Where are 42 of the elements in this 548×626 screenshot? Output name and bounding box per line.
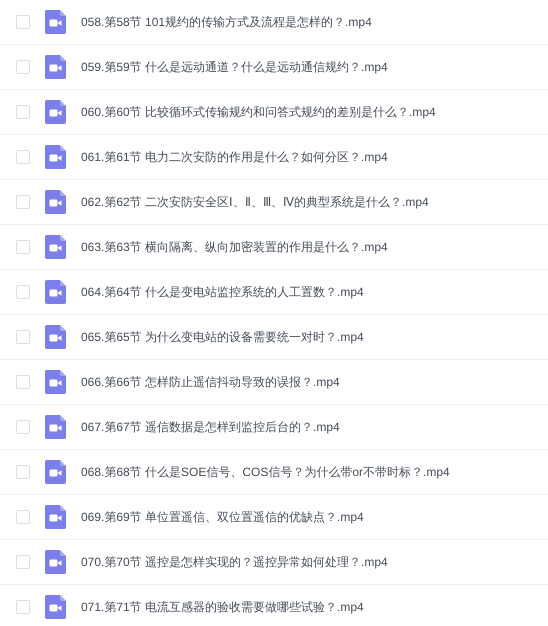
checkbox[interactable] (16, 555, 30, 569)
file-name[interactable]: 070.第70节 遥控是怎样实现的？遥控异常如何处理？.mp4 (81, 553, 388, 571)
video-file-icon (45, 190, 66, 214)
file-name[interactable]: 064.第64节 什么是变电站监控系统的人工置数？.mp4 (81, 283, 364, 301)
checkbox[interactable] (16, 330, 30, 344)
file-name[interactable]: 066.第66节 怎样防止遥信抖动导致的误报？.mp4 (81, 373, 340, 391)
video-file-icon (45, 280, 66, 304)
checkbox[interactable] (16, 600, 30, 614)
video-file-icon (45, 460, 66, 484)
file-name[interactable]: 069.第69节 单位置遥信、双位置遥信的优缺点？.mp4 (81, 508, 364, 526)
checkbox[interactable] (16, 510, 30, 524)
video-file-icon (45, 415, 66, 439)
checkbox[interactable] (16, 60, 30, 74)
file-name[interactable]: 063.第63节 横向隔离、纵向加密装置的作用是什么？.mp4 (81, 238, 388, 256)
checkbox[interactable] (16, 375, 30, 389)
video-file-icon (45, 370, 66, 394)
video-file-icon (45, 100, 66, 124)
file-name[interactable]: 065.第65节 为什么变电站的设备需要统一对时？.mp4 (81, 328, 364, 346)
checkbox[interactable] (16, 240, 30, 254)
file-name[interactable]: 062.第62节 二次安防安全区Ⅰ、Ⅱ、Ⅲ、Ⅳ的典型系统是什么？.mp4 (81, 193, 429, 211)
video-file-icon (45, 235, 66, 259)
video-file-icon (45, 505, 66, 529)
file-name[interactable]: 060.第60节 比较循环式传输规约和问答式规约的差别是什么？.mp4 (81, 103, 436, 121)
checkbox[interactable] (16, 285, 30, 299)
video-file-icon (45, 325, 66, 349)
file-name[interactable]: 058.第58节 101规约的传输方式及流程是怎样的？.mp4 (81, 13, 372, 31)
checkbox[interactable] (16, 465, 30, 479)
video-file-icon (45, 550, 66, 574)
video-file-icon (45, 55, 66, 79)
checkbox[interactable] (16, 15, 30, 29)
checkbox[interactable] (16, 150, 30, 164)
file-name[interactable]: 068.第68节 什么是SOE信号、COS信号？为什么带or不带时标？.mp4 (81, 463, 450, 481)
video-file-icon (45, 595, 66, 619)
checkbox[interactable] (16, 420, 30, 434)
video-file-icon (45, 145, 66, 169)
video-file-icon (45, 10, 66, 34)
file-name[interactable]: 067.第67节 遥信数据是怎样到监控后台的？.mp4 (81, 418, 340, 436)
file-name[interactable]: 071.第71节 电流互感器的验收需要做哪些试验？.mp4 (81, 598, 364, 616)
checkbox[interactable] (16, 105, 30, 119)
checkbox[interactable] (16, 195, 30, 209)
file-name[interactable]: 059.第59节 什么是远动通道？什么是远动通信规约？.mp4 (81, 58, 388, 76)
file-name[interactable]: 061.第61节 电力二次安防的作用是什么？如何分区？.mp4 (81, 148, 388, 166)
